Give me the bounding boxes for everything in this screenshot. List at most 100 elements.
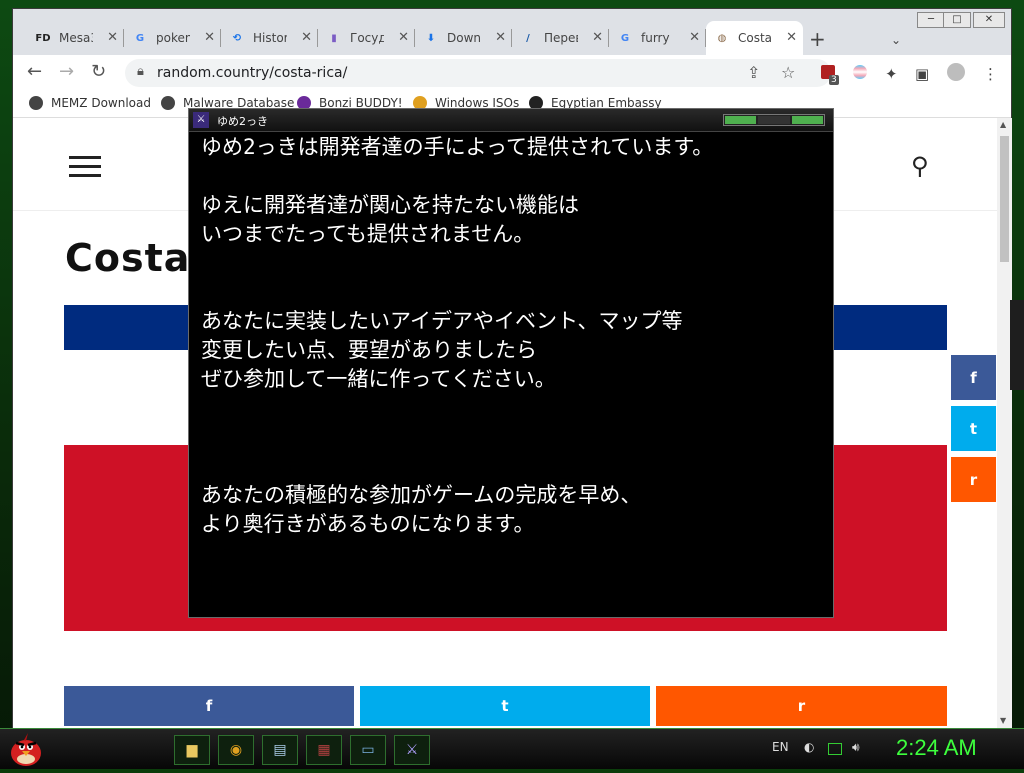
game-text-line	[201, 452, 821, 481]
taskbar-window-icon[interactable]: ▭	[350, 735, 386, 765]
tab-1[interactable]: Gpoken ✕	[124, 21, 221, 55]
game-window-controls[interactable]	[723, 114, 825, 126]
game-title: ゆめ2っき	[217, 115, 268, 128]
game-text-line	[201, 278, 821, 307]
tab-search-chevron-icon[interactable]: ⌄	[891, 33, 901, 47]
translate-icon: /	[526, 32, 530, 44]
url-text[interactable]: random.country/costa-rica/	[157, 65, 347, 81]
tab-title: Costa	[738, 31, 772, 45]
game-text-line	[201, 162, 821, 191]
game-text-line: あなたに実装したいアイデアやイベント、マップ等	[201, 309, 683, 333]
game-text-line	[201, 568, 821, 597]
tab-title: Mesa3	[59, 31, 93, 45]
share-twitter-button[interactable]: t	[360, 686, 650, 726]
game-maximize-button[interactable]	[758, 116, 790, 124]
game-text-line	[201, 249, 821, 278]
reload-button[interactable]: ↻	[91, 61, 106, 82]
tab-close-icon[interactable]: ✕	[786, 30, 797, 45]
taskbar-game-icon[interactable]: ⚔	[394, 735, 430, 765]
books-icon: ▮	[331, 32, 337, 44]
google-icon: G	[620, 32, 630, 44]
fd-icon: FD	[35, 32, 51, 44]
flag-extension-icon[interactable]	[853, 65, 867, 79]
hamburger-menu-icon[interactable]	[69, 156, 101, 183]
tray-battery-icon[interactable]	[828, 743, 842, 755]
tab-close-icon[interactable]: ✕	[689, 30, 700, 45]
tab-0[interactable]: FD Mesa3 ✕	[27, 21, 124, 55]
search-icon[interactable]: ⚲	[911, 152, 929, 180]
taskbar-notepad-icon[interactable]: ▤	[262, 735, 298, 765]
game-text-line: いつまでたっても提供されません。	[201, 222, 535, 246]
extension-badge: 3	[829, 75, 839, 85]
tray-volume-icon[interactable]: 🔊︎	[852, 740, 860, 755]
lock-icon: 🔒︎	[137, 64, 144, 79]
tab-title: Госуда	[350, 31, 384, 45]
extensions-puzzle-icon[interactable]: ✦	[885, 65, 898, 83]
tab-close-icon[interactable]: ✕	[301, 30, 312, 45]
scroll-up-arrow-icon[interactable]: ▲	[1000, 120, 1006, 129]
share-facebook-side-button[interactable]: f	[951, 355, 996, 400]
new-tab-button[interactable]: +	[809, 27, 826, 51]
taskbar-explorer-icon[interactable]: ▆	[174, 735, 210, 765]
game-close-button[interactable]	[791, 116, 823, 124]
tab-6[interactable]: Gfurry ✕	[609, 21, 706, 55]
tab-7[interactable]: ◍ Costa ✕	[706, 21, 803, 55]
share-facebook-button[interactable]: f	[64, 686, 354, 726]
desktop-window-edge	[1010, 300, 1024, 390]
tab-4[interactable]: ⬇ Down ✕	[415, 21, 512, 55]
page-scrollbar[interactable]: ▲ ▼	[997, 118, 1012, 728]
language-indicator[interactable]: EN	[772, 740, 789, 754]
tab-title: furry	[641, 31, 670, 45]
share-icon[interactable]: ⇪	[747, 63, 760, 82]
minimize-button[interactable]: ─	[917, 12, 945, 28]
browser-toolbar: ← → ↻ 🔒︎ random.country/costa-rica/ ⇪ ☆ …	[13, 55, 1011, 91]
menu-kebab-icon[interactable]: ⋮	[983, 65, 998, 83]
taskbar-winrar-icon[interactable]: ▦	[306, 735, 342, 765]
bookmark-item[interactable]: MEMZ Download	[29, 96, 151, 110]
game-text-line	[201, 597, 821, 617]
forward-button[interactable]: →	[59, 61, 74, 82]
globe-icon: ◍	[717, 32, 727, 44]
tab-3[interactable]: ▮ Госуда ✕	[318, 21, 415, 55]
tab-close-icon[interactable]: ✕	[398, 30, 409, 45]
game-text-line	[201, 394, 821, 423]
page-title: Costa	[65, 236, 191, 280]
game-text-line	[201, 539, 821, 568]
game-text-line: より奥行きがあるものになります。	[201, 512, 535, 536]
address-bar[interactable]: 🔒︎ random.country/costa-rica/ ⇪ ☆	[125, 59, 831, 87]
scroll-down-arrow-icon[interactable]: ▼	[1000, 716, 1006, 725]
tab-close-icon[interactable]: ✕	[107, 30, 118, 45]
tab-close-icon[interactable]: ✕	[495, 30, 506, 45]
tab-title: poken	[156, 31, 190, 45]
game-minimize-button[interactable]	[725, 116, 757, 124]
bookmark-favicon-icon	[29, 96, 43, 110]
taskbar-chrome-icon[interactable]: ◉	[218, 735, 254, 765]
tab-5[interactable]: / Перев ✕	[512, 21, 609, 55]
share-twitter-side-button[interactable]: t	[951, 406, 996, 451]
tab-close-icon[interactable]: ✕	[204, 30, 215, 45]
tab-close-icon[interactable]: ✕	[592, 30, 603, 45]
game-text-line: ゆめ2っきは開発者達の手によって提供されています。	[201, 135, 714, 159]
taskbar: ▆ ◉ ▤ ▦ ▭ ⚔ EN ◐ 🔊︎ 2:24 AM	[0, 728, 1024, 769]
game-window[interactable]: ⚔ ゆめ2っき ゆめ2っきは開発者達の手によって提供されています。 ゆえに開発者達…	[188, 108, 834, 618]
profile-avatar[interactable]	[947, 63, 965, 81]
back-button[interactable]: ←	[27, 61, 42, 82]
close-button[interactable]: ✕	[973, 12, 1005, 28]
taskbar-clock[interactable]: 2:24 AM	[896, 735, 977, 761]
share-reddit-button[interactable]: r	[656, 686, 947, 726]
maximize-button[interactable]: □	[943, 12, 971, 28]
tab-2[interactable]: ⟲ Histor ✕	[221, 21, 318, 55]
download-icon: ⬇	[426, 32, 436, 44]
side-panel-icon[interactable]: ▣	[915, 65, 929, 83]
bookmark-star-icon[interactable]: ☆	[781, 63, 795, 82]
tab-title: Перев	[544, 31, 578, 45]
tray-wifi-icon[interactable]: ◐	[804, 740, 814, 754]
scrollbar-thumb[interactable]	[1000, 136, 1009, 262]
share-reddit-side-button[interactable]: r	[951, 457, 996, 502]
game-text-line: あなたの積極的な参加がゲームの完成を早め、	[201, 483, 642, 507]
game-text-line: 変更したい点、要望がありましたら	[201, 338, 537, 362]
game-text-line	[201, 423, 821, 452]
bookmark-favicon-icon	[161, 96, 175, 110]
game-title-bar[interactable]: ⚔ ゆめ2っき	[189, 109, 833, 132]
start-button-angry-bird-icon[interactable]	[4, 729, 48, 769]
